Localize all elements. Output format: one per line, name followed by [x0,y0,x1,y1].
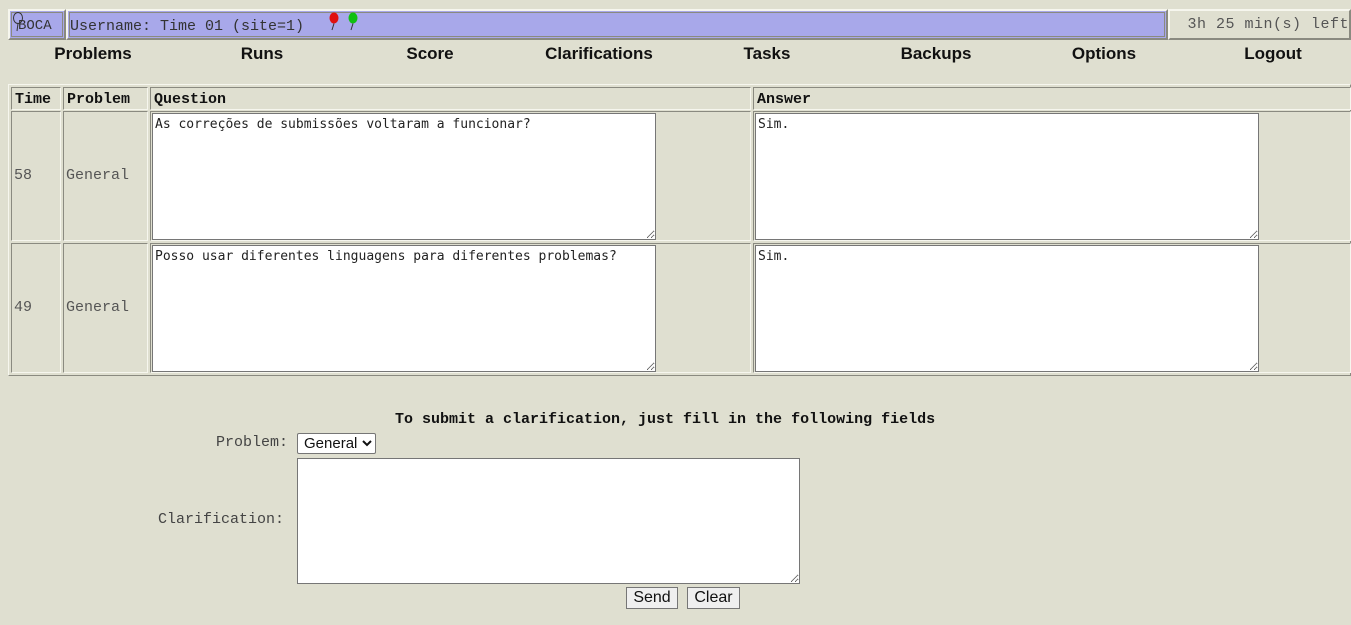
menu-backups[interactable]: Backups [851,44,1021,64]
header-bar: BOCA Username: Time 01 (site=1) 3h 25 mi… [8,9,1351,40]
menu-runs[interactable]: Runs [177,44,347,64]
menu-options[interactable]: Options [1019,44,1189,64]
row1-answer-cell: Sim. [753,111,1351,241]
row1-question-cell: As correções de submissões voltaram a fu… [150,111,751,241]
time-left-cell: 3h 25 min(s) left [1168,9,1351,40]
time-left-text: 3h 25 min(s) left [1187,16,1349,33]
username-text: Username: Time 01 (site=1) [70,18,305,35]
row1-question-text[interactable]: As correções de submissões voltaram a fu… [152,113,656,240]
row2-answer-cell: Sim. [753,243,1351,373]
problem-select[interactable]: General [297,433,376,454]
logo-text: BOCA [18,18,52,34]
menu-clarifications[interactable]: Clarifications [514,44,684,64]
form-title: To submit a clarification, just fill in … [395,411,936,428]
clarifications-table: Time Problem Question Answer 58 General … [8,84,1351,376]
logo-cell: BOCA [8,9,66,40]
green-balloon-icon [348,12,358,31]
row1-answer-text[interactable]: Sim. [755,113,1259,240]
row1-time: 58 [11,111,61,241]
header-time: Time [11,87,61,110]
username-cell: Username: Time 01 (site=1) [66,9,1168,40]
send-button[interactable]: Send [626,587,678,609]
row2-answer-text[interactable]: Sim. [755,245,1259,372]
red-balloon-icon [329,12,339,31]
row2-question-text[interactable]: Posso usar diferentes linguagens para di… [152,245,656,372]
menu-tasks[interactable]: Tasks [682,44,852,64]
row1-problem: General [63,111,148,241]
header-problem: Problem [63,87,148,110]
main-menu: Problems Runs Score Clarifications Tasks… [0,44,1351,66]
clarification-label: Clarification: [158,511,285,528]
clear-button[interactable]: Clear [687,587,740,609]
menu-logout[interactable]: Logout [1188,44,1351,64]
row2-problem: General [63,243,148,373]
menu-score[interactable]: Score [345,44,515,64]
row2-time: 49 [11,243,61,373]
problem-label: Problem: [216,434,289,451]
header-question: Question [150,87,751,110]
header-answer: Answer [753,87,1351,110]
row2-question-cell: Posso usar diferentes linguagens para di… [150,243,751,373]
clarification-input[interactable] [297,458,800,584]
menu-problems[interactable]: Problems [8,44,178,64]
